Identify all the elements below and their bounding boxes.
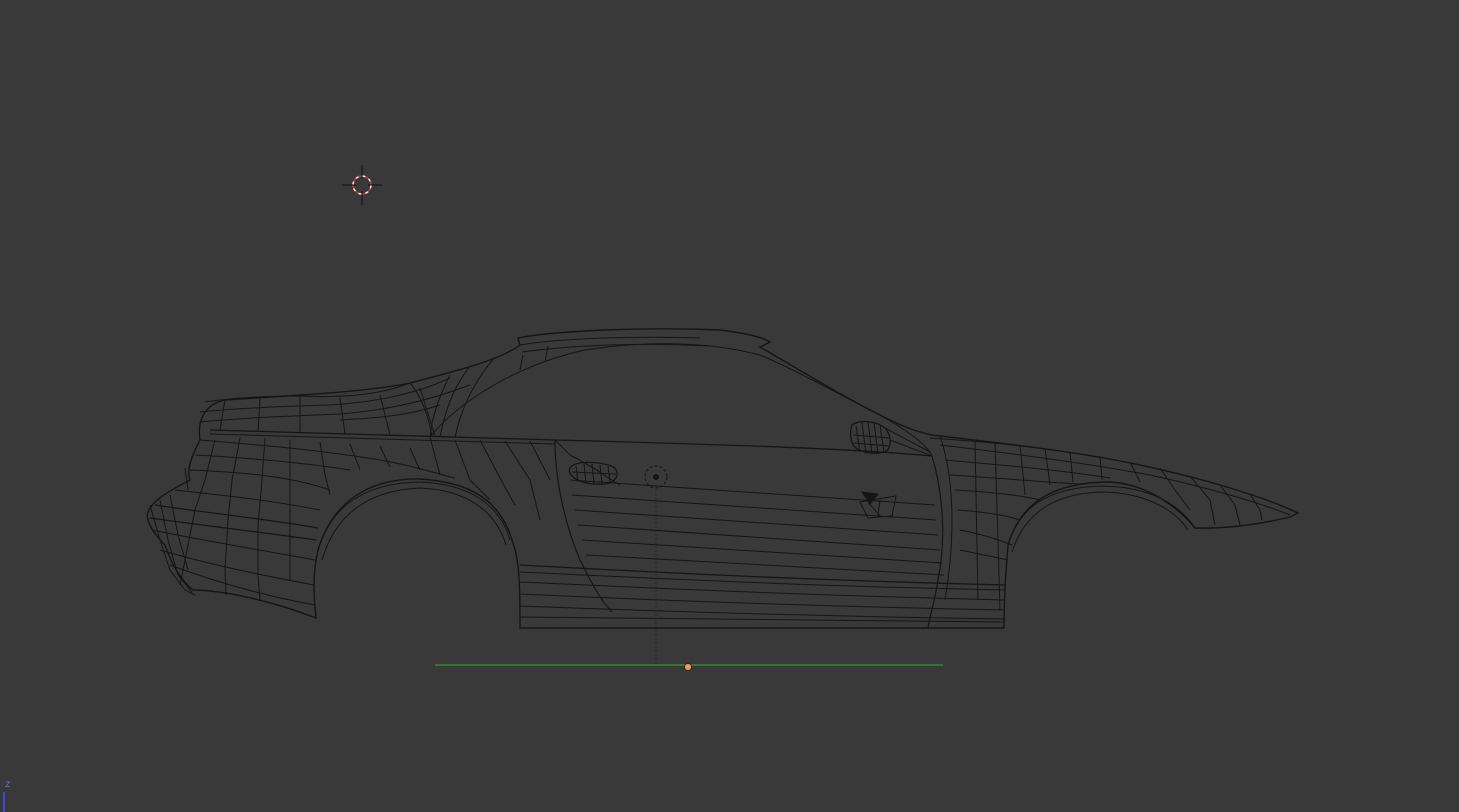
viewport-canvas[interactable]	[0, 0, 1459, 812]
3d-viewport[interactable]: z	[0, 0, 1459, 812]
car-body-wireframe[interactable]	[146, 328, 1300, 629]
3d-cursor-icon[interactable]	[342, 165, 382, 205]
object-origin-marker[interactable]	[644, 465, 668, 665]
origin-point-icon[interactable]	[684, 663, 692, 671]
z-axis-label: z	[5, 779, 11, 790]
car-silhouette	[146, 328, 1300, 629]
